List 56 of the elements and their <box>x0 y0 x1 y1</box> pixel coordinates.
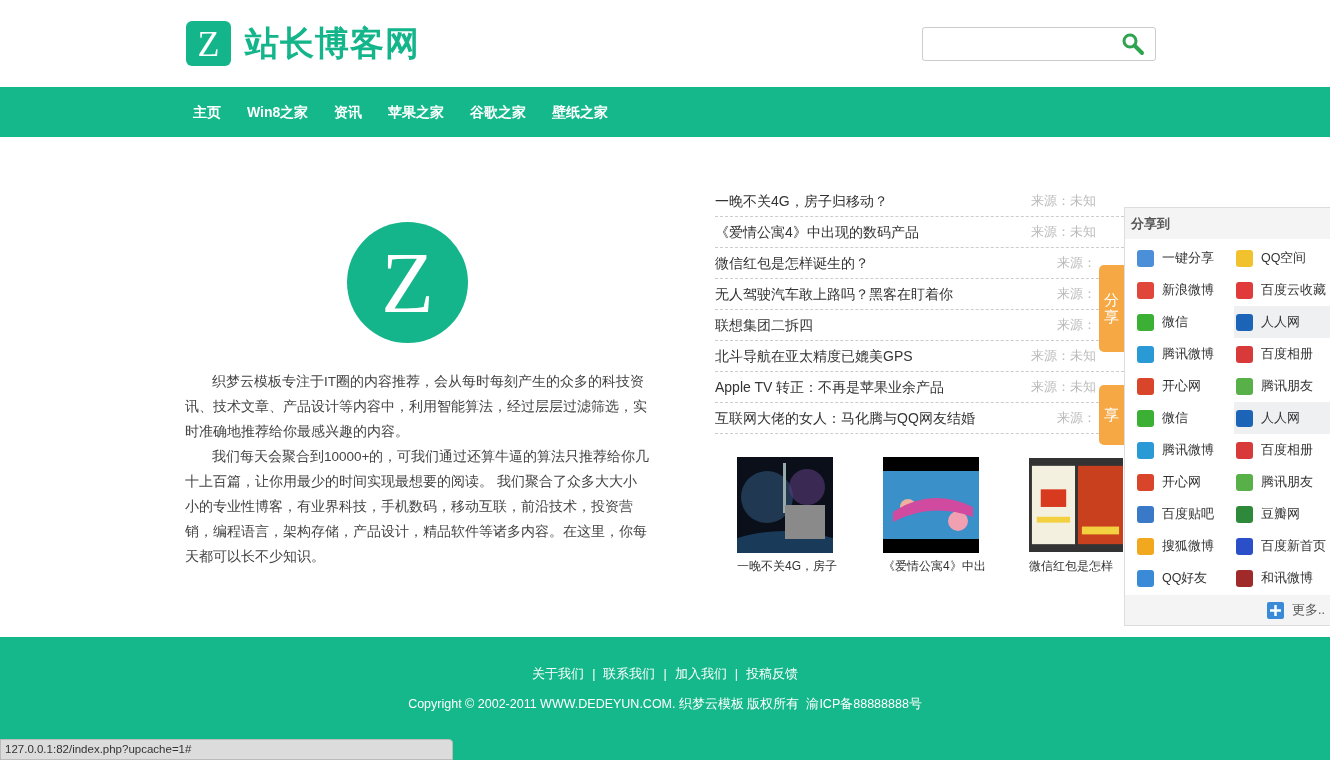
share-item[interactable]: QQ好友 <box>1135 562 1234 594</box>
thumb-caption[interactable]: 微信红包是怎样 <box>1029 557 1113 575</box>
news-link[interactable]: 《爱情公寓4》中出现的数码产品 <box>715 221 919 243</box>
share-item[interactable]: 腾讯微博 <box>1135 338 1234 370</box>
share-item[interactable]: QQ空间 <box>1234 242 1330 274</box>
separator-text: | <box>592 666 596 683</box>
copyright-text: Copyright © 2002-2011 WWW.DEDEYUN.COM. 织梦云模板 版权所有 渝ICP备88888888号 <box>408 695 922 713</box>
thumb-caption[interactable]: 《爱情公寓4》中出 <box>883 557 986 575</box>
share-item[interactable]: 开心网 <box>1135 466 1234 498</box>
search-icon[interactable] <box>1121 31 1145 56</box>
news-source: 来源：未知 <box>1031 378 1096 396</box>
share-item[interactable]: 搜狐微博 <box>1135 530 1234 562</box>
thumb-caption[interactable]: 一晚不关4G，房子 <box>737 557 837 575</box>
site-name: 站长博客网 <box>245 23 420 64</box>
news-link[interactable]: 联想集团二拆四 <box>715 314 813 336</box>
separator-text: | <box>734 666 738 683</box>
intro-paragraph: 织梦云模板专注于IT圈的内容推荐，会从每时每刻产生的众多的科技资讯、技术文章、产品设计等内容中，利用智能算法，经过层层过滤筛选，实时准确地推荐给你最感兴趣的内容。 <box>185 373 648 441</box>
news-source: 来源：未知 <box>1031 192 1096 210</box>
search-field[interactable] <box>922 26 1156 61</box>
share-item[interactable]: 豆瓣网 <box>1234 498 1330 530</box>
share-item[interactable]: 微信 <box>1135 402 1234 434</box>
news-link[interactable]: 北斗导航在亚太精度已媲美GPS <box>715 345 913 367</box>
separator-text: | <box>663 666 667 683</box>
news-source: 来源： <box>1057 254 1096 272</box>
share-item[interactable]: 百度贴吧 <box>1135 498 1234 530</box>
news-link[interactable]: 微信红包是怎样诞生的？ <box>715 252 869 274</box>
plus-icon <box>1267 601 1285 619</box>
share-item[interactable]: 百度相册 <box>1234 338 1330 370</box>
news-link[interactable]: 一晚不关4G，房子归移动？ <box>715 190 888 212</box>
news-link[interactable]: Apple TV 转正：不再是苹果业余产品 <box>715 376 945 398</box>
share-item[interactable]: 百度云收藏 <box>1234 274 1330 306</box>
share-item[interactable]: 百度新首页 <box>1234 530 1330 562</box>
share-item[interactable]: 百度相册 <box>1234 434 1330 466</box>
share-title: 分享到 <box>1131 214 1170 233</box>
news-link[interactable]: 无人驾驶汽车敢上路吗？黑客在盯着你 <box>715 283 953 305</box>
share-item[interactable]: 微信 <box>1135 306 1234 338</box>
news-link[interactable]: 互联网大佬的女人：马化腾与QQ网友结婚 <box>715 407 975 429</box>
news-source: 来源： <box>1057 316 1096 334</box>
share-item[interactable]: 人人网 <box>1234 306 1330 338</box>
share-item[interactable]: 腾讯朋友 <box>1234 370 1330 402</box>
share-item[interactable]: 一键分享 <box>1135 242 1234 274</box>
share-item[interactable]: 腾讯朋友 <box>1234 466 1330 498</box>
news-source: 来源：未知 <box>1031 223 1096 241</box>
logo-icon: Z <box>186 21 231 66</box>
share-item[interactable]: 新浪微博 <box>1135 274 1234 306</box>
news-source: 来源：未知 <box>1031 347 1096 365</box>
more-link[interactable]: 更多.. <box>1292 600 1325 620</box>
news-source: 来源： <box>1057 409 1096 427</box>
share-item[interactable]: 人人网 <box>1234 402 1330 434</box>
news-source: 来源： <box>1057 285 1096 303</box>
intro-paragraph: 我们每天会聚合到10000+的，可我们通过还算牛逼的算法只推荐给你几十上百篇，让你用最少的时间实现最想要的阅读。 我们聚合了众多大大小小的专业性博客，有业界科技，手机数码，移动互联，前沿技术，投资营销，编程语言，架构存储，产品设计，精品软件等诸多内容。在这里，你每天都可以长不少知识。 <box>185 448 650 566</box>
share-item[interactable]: 开心网 <box>1135 370 1234 402</box>
status-url: 127.0.0.1:82/index.php?upcache=1# <box>5 741 192 757</box>
share-item[interactable]: 腾讯微博 <box>1135 434 1234 466</box>
share-item[interactable]: 和讯微博 <box>1234 562 1330 594</box>
logo-icon: Z <box>347 222 468 343</box>
